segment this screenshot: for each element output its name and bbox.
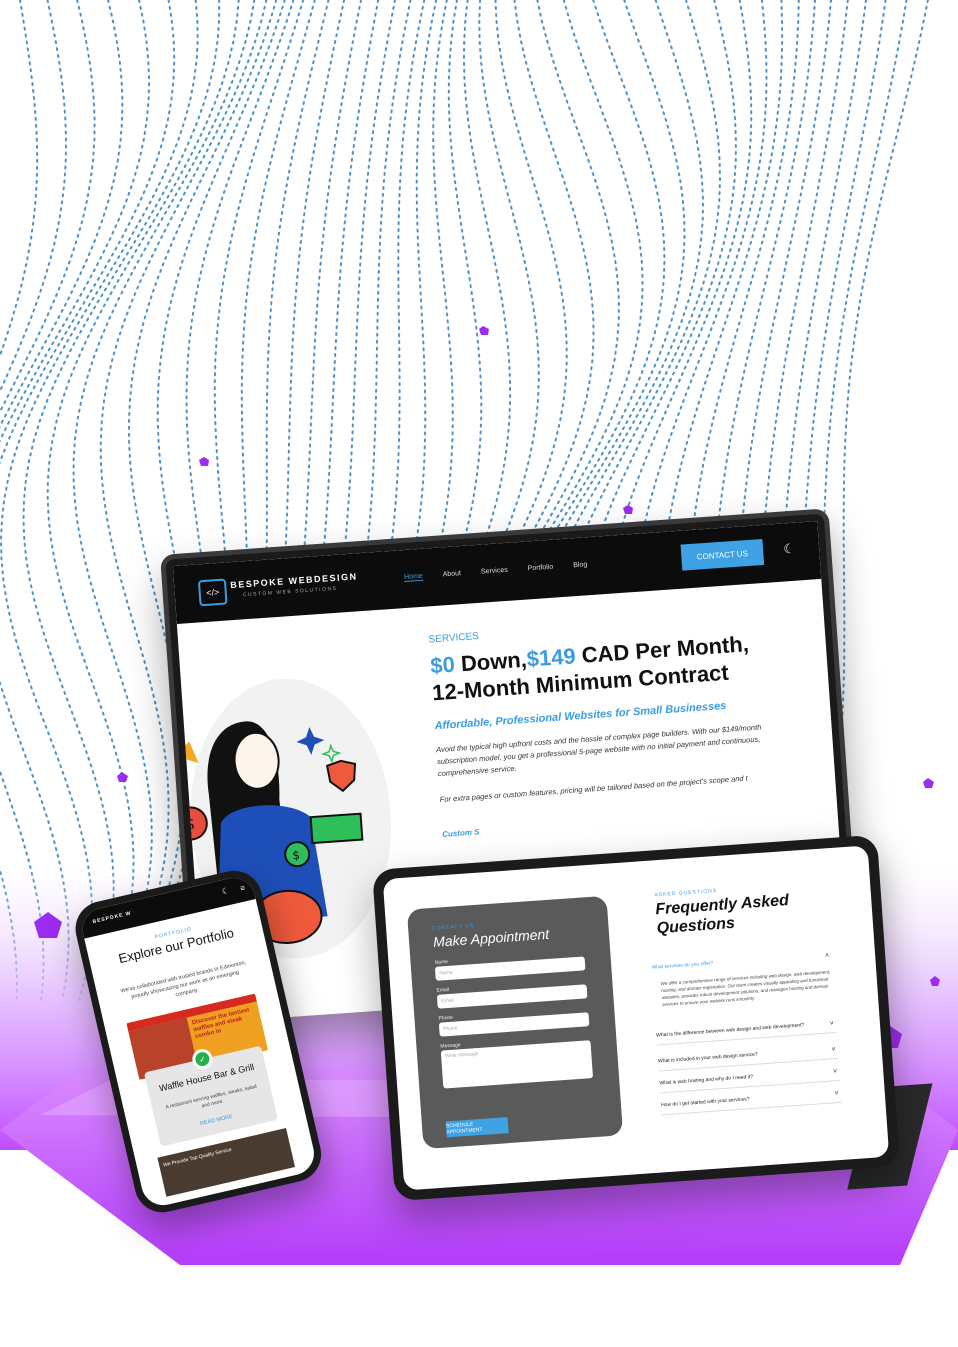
- faq-question: How do I get started with your services?: [660, 1096, 750, 1109]
- logo-code-icon: </>: [197, 578, 228, 607]
- chevron-down-icon: ˅: [834, 1089, 839, 1098]
- headline-price-149: $149: [525, 643, 577, 672]
- schedule-appointment-button[interactable]: SCHEDULE APPOINTMENT: [445, 1117, 509, 1138]
- message-field[interactable]: Write message: [440, 1040, 594, 1089]
- faq-item-included[interactable]: What is included in your web design serv…: [657, 1045, 839, 1072]
- wave-line: [0, 0, 176, 1001]
- phone-field-label: Phone: [438, 1014, 454, 1022]
- wave-line: [0, 0, 199, 1001]
- accent-dot: [479, 326, 489, 335]
- nav-item-portfolio[interactable]: Portfolio: [527, 564, 553, 574]
- second-screenshot-text: We Provide Top Quality Service: [162, 1146, 233, 1169]
- tablet-mockup: CONTACT US Make Appointment Name Name Em…: [372, 834, 933, 1202]
- tablet-screen: CONTACT US Make Appointment Name Name Em…: [382, 845, 890, 1191]
- faq-item-design-vs-development[interactable]: What is the difference between web desig…: [656, 1020, 837, 1046]
- headline-price-zero: $0: [429, 651, 456, 679]
- services-section-label: SERVICES: [428, 630, 480, 646]
- hamburger-menu-icon[interactable]: ≡: [239, 883, 246, 893]
- phone-logo[interactable]: BESPOKE W: [92, 910, 132, 925]
- appointment-form-card: CONTACT US Make Appointment Name Name Em…: [406, 895, 624, 1150]
- name-field[interactable]: Name: [434, 956, 586, 981]
- faq-question: What is web hosting and why do I need it…: [659, 1073, 754, 1087]
- logo-brand-text: BESPOKE WEBDESIGN: [229, 571, 358, 591]
- nav-menu: Home About Services Portfolio Blog: [403, 561, 588, 583]
- faq-item-get-started[interactable]: How do I get started with your services?…: [660, 1089, 842, 1116]
- accent-dot: [199, 457, 209, 466]
- nav-item-about[interactable]: About: [443, 570, 462, 579]
- moon-icon[interactable]: ☾: [783, 541, 796, 558]
- wave-line: [0, 0, 39, 359]
- email-field-label: Email: [436, 986, 450, 994]
- svg-text:$: $: [292, 848, 301, 862]
- chevron-down-icon: ˅: [832, 1068, 838, 1076]
- phone-field[interactable]: Phone: [438, 1012, 590, 1037]
- headline-down: Down,: [453, 646, 528, 677]
- nav-item-home[interactable]: Home: [403, 572, 424, 583]
- contact-us-button[interactable]: CONTACT US: [680, 538, 765, 571]
- nav-item-services[interactable]: Services: [481, 567, 508, 577]
- hero-headline: $0 Down,$149 CAD Per Month, 12-Month Min…: [429, 626, 812, 706]
- faq-question: What is included in your web design serv…: [657, 1051, 758, 1065]
- chevron-down-icon: ˅: [829, 1020, 835, 1028]
- accent-dot: [623, 505, 633, 514]
- wave-line: [0, 0, 96, 414]
- accent-dot: [923, 778, 934, 788]
- accent-dot: [117, 772, 128, 782]
- nav-item-blog[interactable]: Blog: [573, 561, 588, 570]
- chevron-up-icon: ˄: [824, 952, 830, 960]
- custom-services-label: Custom S: [441, 827, 480, 839]
- faq-question: What services do you offer?: [651, 960, 714, 971]
- faq-item-hosting[interactable]: What is web hosting and why do I need it…: [659, 1067, 840, 1094]
- site-logo[interactable]: </> BESPOKE WEBDESIGN CUSTOM WEB SOLUTIO…: [197, 568, 358, 608]
- email-field[interactable]: Email: [436, 984, 588, 1009]
- moon-icon[interactable]: ☾: [221, 886, 230, 896]
- faq-question: What is the difference between web desig…: [656, 1022, 805, 1039]
- chevron-down-icon: ˅: [831, 1046, 836, 1054]
- name-field-label: Name: [434, 958, 449, 966]
